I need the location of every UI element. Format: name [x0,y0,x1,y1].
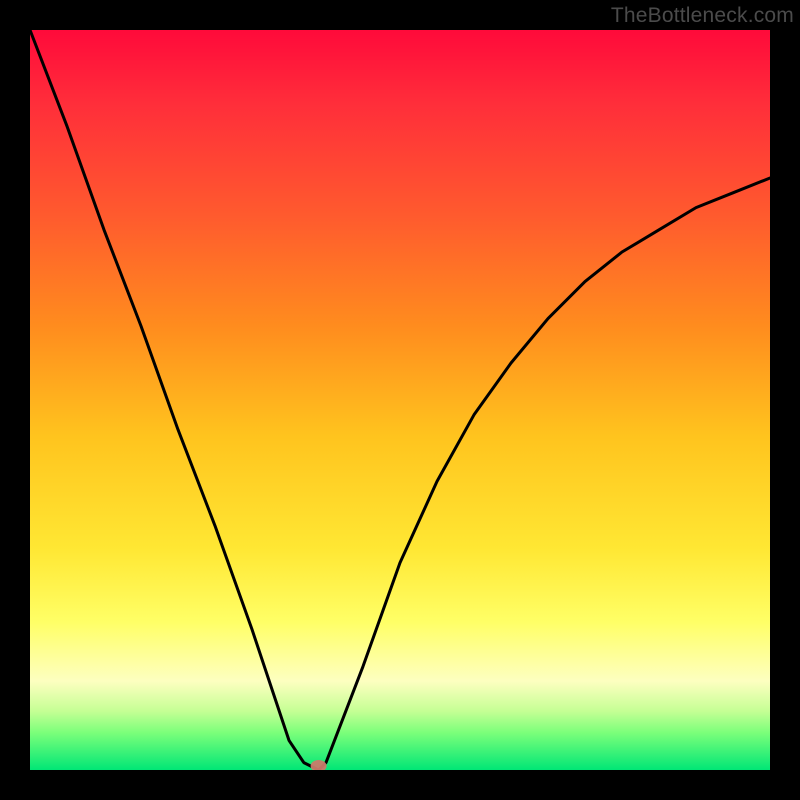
plot-svg [30,30,770,770]
plot-area [30,30,770,770]
chart-stage: TheBottleneck.com [0,0,800,800]
watermark-text: TheBottleneck.com [611,4,794,28]
optimal-marker [311,760,327,770]
bottleneck-curve [30,30,770,770]
